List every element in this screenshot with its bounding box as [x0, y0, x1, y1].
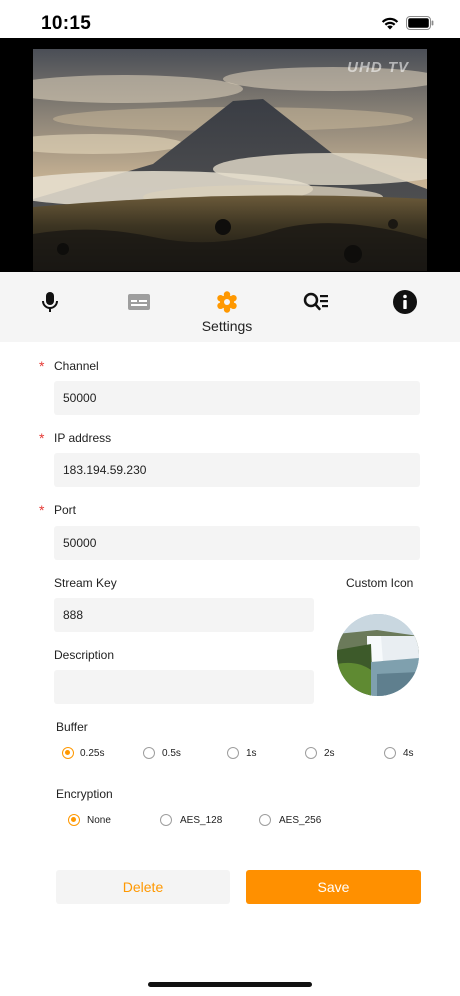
- encryption-label: Encryption: [56, 787, 113, 801]
- custom-icon-picker[interactable]: [337, 614, 419, 696]
- description-label: Description: [54, 648, 115, 662]
- subtitles-button[interactable]: [119, 286, 159, 318]
- status-time: 10:15: [41, 13, 92, 34]
- video-player[interactable]: UHD TV: [0, 38, 460, 272]
- buffer-option-label: 4s: [403, 748, 414, 759]
- info-icon: [393, 290, 417, 314]
- buffer-option-label: 0.5s: [162, 748, 181, 759]
- search-list-button[interactable]: [296, 286, 336, 318]
- radio-button-selected[interactable]: [68, 814, 80, 826]
- mountain-landscape-image: [33, 49, 427, 271]
- search-list-icon: [303, 292, 328, 311]
- player-toolbar: Settings: [0, 272, 460, 342]
- required-marker: *: [39, 358, 45, 374]
- channel-label: Channel: [54, 359, 99, 373]
- buffer-option-label: 0.25s: [80, 748, 105, 759]
- radio-button-selected[interactable]: [62, 747, 74, 759]
- wifi-icon: [381, 17, 399, 30]
- ip-address-input[interactable]: 183.194.59.230: [54, 453, 420, 487]
- battery-icon: [406, 16, 434, 30]
- encryption-option-label: AES_128: [180, 815, 223, 826]
- port-value: 50000: [63, 536, 97, 550]
- video-frame[interactable]: UHD TV: [33, 49, 427, 271]
- required-marker: *: [39, 502, 45, 518]
- settings-label: Settings: [201, 318, 253, 334]
- delete-button-label: Delete: [122, 879, 164, 895]
- radio-button[interactable]: [259, 814, 271, 826]
- save-button[interactable]: Save: [246, 870, 421, 904]
- ip-address-value: 183.194.59.230: [63, 463, 147, 477]
- subtitles-icon: [128, 294, 150, 310]
- buffer-option-label: 2s: [324, 748, 335, 759]
- radio-button[interactable]: [305, 747, 317, 759]
- status-bar: 10:15: [0, 0, 460, 38]
- encryption-option-label: AES_256: [279, 815, 322, 826]
- buffer-option-label: 1s: [246, 748, 257, 759]
- delete-button[interactable]: Delete: [56, 870, 230, 904]
- stream-key-label: Stream Key: [54, 576, 117, 590]
- port-label: Port: [54, 503, 77, 517]
- radio-button[interactable]: [384, 747, 396, 759]
- radio-button[interactable]: [160, 814, 172, 826]
- radio-button[interactable]: [227, 747, 239, 759]
- radio-button[interactable]: [143, 747, 155, 759]
- info-button[interactable]: [385, 286, 425, 318]
- waterfall-image: [337, 614, 419, 696]
- settings-button[interactable]: [207, 286, 247, 318]
- save-button-label: Save: [317, 879, 350, 895]
- ip-address-label: IP address: [54, 431, 112, 445]
- stream-key-value: 888: [63, 608, 84, 622]
- uhd-tv-logo: UHD TV: [347, 59, 409, 76]
- gear-icon: [217, 291, 237, 313]
- home-indicator: [148, 982, 312, 987]
- stream-key-input[interactable]: 888: [54, 598, 314, 632]
- channel-input[interactable]: 50000: [54, 381, 420, 415]
- custom-icon-label: Custom Icon: [346, 576, 414, 590]
- buffer-label: Buffer: [56, 720, 88, 734]
- port-input[interactable]: 50000: [54, 526, 420, 560]
- encryption-option-label: None: [87, 815, 111, 826]
- required-marker: *: [39, 430, 45, 446]
- microphone-button[interactable]: [30, 286, 70, 318]
- channel-value: 50000: [63, 391, 97, 405]
- description-input[interactable]: [54, 670, 314, 704]
- microphone-icon: [42, 292, 58, 312]
